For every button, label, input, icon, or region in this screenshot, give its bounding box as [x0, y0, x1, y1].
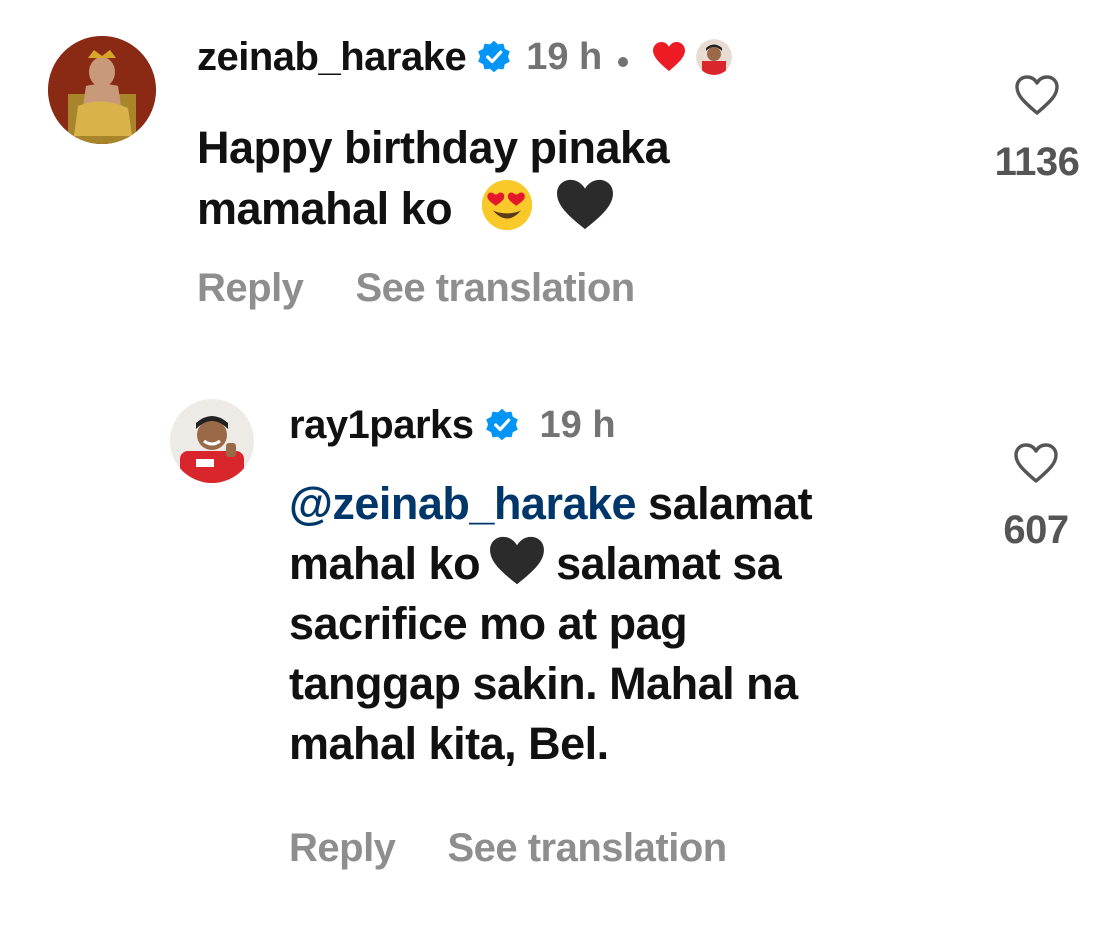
comment-body: Happy birthday pinaka mamahal ko [197, 118, 917, 239]
see-translation-link[interactable]: See translation [447, 826, 727, 871]
reply-line: @zeinab_harake salamat [289, 474, 969, 534]
comment-username[interactable]: zeinab_harake [197, 35, 467, 80]
see-translation-link[interactable]: See translation [355, 266, 635, 311]
black-heart-emoji-icon [490, 536, 545, 585]
avatar[interactable] [48, 36, 156, 144]
reply-body: @zeinab_harake salamat mahal ko salamat … [289, 474, 969, 774]
creator-liked-heart-icon [653, 42, 686, 71]
reply-line: mahal kita, Bel. [289, 718, 609, 769]
reply-actions: Reply See translation [289, 826, 727, 871]
reply-line-text: mahal ko [289, 538, 481, 589]
comment-line: Happy birthday pinaka [197, 122, 670, 173]
like-heart-icon[interactable] [1014, 74, 1060, 116]
reply-line: tanggap sakin. Mahal na [289, 658, 798, 709]
like-count: 607 [1003, 508, 1069, 552]
creator-mini-avatar [696, 39, 733, 75]
black-heart-emoji-icon [557, 179, 614, 230]
reply-button[interactable]: Reply [289, 826, 396, 871]
comment-line: mamahal ko [197, 178, 917, 239]
mention-link[interactable]: @zeinab_harake [289, 478, 637, 529]
reply-header: ray1parks 19 h [289, 400, 616, 450]
comment-line-text: mamahal ko [197, 183, 453, 234]
comment-actions: Reply See translation [197, 266, 635, 311]
reply-line-text: salamat [636, 478, 813, 529]
reply-line: sacrifice mo at pag [289, 598, 688, 649]
separator-dot [618, 57, 629, 67]
reply-button[interactable]: Reply [197, 266, 304, 311]
reply-line-text: salamat sa [556, 538, 782, 589]
verified-badge-icon [485, 408, 518, 441]
reply-like-column: 607 [976, 442, 1096, 553]
comment-timestamp: 19 h [526, 35, 603, 78]
heart-eyes-emoji-icon [482, 179, 533, 231]
reply-line: mahal ko salamat sa [289, 534, 969, 594]
verified-badge-icon [478, 40, 510, 73]
like-heart-icon[interactable] [1013, 442, 1059, 484]
like-column: 1136 [977, 74, 1097, 185]
reply-timestamp: 19 h [539, 403, 616, 446]
like-count: 1136 [994, 140, 1080, 184]
reply-username[interactable]: ray1parks [289, 403, 474, 448]
reply-avatar[interactable] [170, 399, 254, 483]
comment-header: zeinab_harake 19 h [197, 32, 733, 82]
